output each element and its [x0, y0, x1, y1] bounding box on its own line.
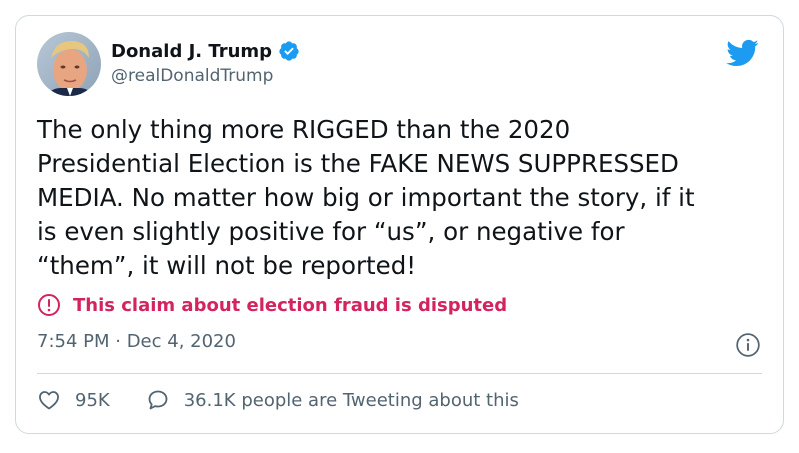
disputed-notice-text[interactable]: This claim about election fraud is dispu… [73, 295, 507, 316]
twitter-logo-icon[interactable] [725, 36, 759, 70]
alert-circle-icon [37, 293, 61, 317]
engagement-bar: 95K 36.1K people are Tweeting about this [37, 385, 519, 415]
author-display-name[interactable]: Donald J. Trump [111, 41, 272, 62]
author-name-row[interactable]: Donald J. Trump [111, 38, 300, 64]
like-button[interactable]: 95K [37, 388, 110, 412]
verified-badge-icon [278, 40, 300, 62]
conversation-button[interactable]: 36.1K people are Tweeting about this [146, 388, 519, 412]
info-icon[interactable] [735, 332, 761, 358]
author-handle[interactable]: @realDonaldTrump [111, 66, 273, 86]
disputed-notice[interactable]: This claim about election fraud is dispu… [37, 293, 507, 317]
tweet-timestamp[interactable]: 7:54 PM · Dec 4, 2020 [37, 331, 236, 352]
divider [37, 373, 762, 374]
reply-bubble-icon [148, 390, 168, 410]
like-count: 95K [75, 389, 110, 411]
tweet-card[interactable]: Donald J. Trump @realDonaldTrump The onl… [15, 15, 784, 434]
conversation-count-text: 36.1K people are Tweeting about this [183, 389, 519, 411]
tweet-text: The only thing more RIGGED than the 2020… [37, 115, 695, 280]
heart-icon [39, 391, 59, 410]
avatar[interactable] [37, 32, 101, 96]
